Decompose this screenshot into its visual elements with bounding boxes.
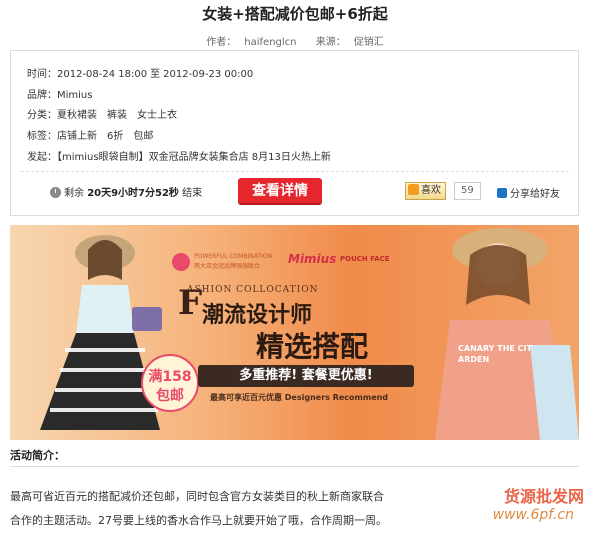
clock-icon <box>50 187 61 198</box>
tagline-bar: 多重推荐! 套餐更优惠! <box>198 365 414 387</box>
article-title: 女装+搭配减价包邮+6折起 <box>202 5 388 23</box>
divider <box>21 171 569 172</box>
source-name[interactable]: 促销汇 <box>354 37 384 48</box>
tags-label: 标签： <box>27 131 57 142</box>
category-row: 分类：夏秋裙装 裤装 女士上衣 <box>27 106 187 121</box>
article-meta: 作者： haifenglcn 来源： 促销汇 <box>0 33 590 48</box>
headline-selection: 精选搭配 <box>256 330 369 363</box>
origin-row: 发起：【mimius眼袋自制】双金冠品牌女装集合店 8月13日火热上新 <box>27 148 331 163</box>
like-button[interactable]: 喜欢 <box>405 182 446 200</box>
tags-row: 标签：店铺上新 6折 包邮 <box>27 127 163 142</box>
brand-pouch-face: POUCH FACE <box>340 255 390 263</box>
countdown: 剩余 20天9小时7分52秒 结束 <box>50 184 202 199</box>
section-title: 活动简介： <box>10 449 65 462</box>
logo-mark-icon <box>172 253 190 271</box>
thumbs-up-icon <box>408 184 419 195</box>
category-link[interactable]: 夏秋裙装 <box>57 110 97 121</box>
section-divider <box>10 466 579 467</box>
fashion-collocation: ASHION COLLOCATION <box>187 285 319 295</box>
logo-subtext: 两大双金冠品牌强强联合 <box>194 263 261 270</box>
big-f-letter: F <box>178 283 203 323</box>
tag-link[interactable]: 包邮 <box>133 131 153 142</box>
watermark-url: www.6pf.cn <box>492 507 574 523</box>
countdown-prefix: 剩余 <box>64 188 84 199</box>
like-widget: 喜欢 59 <box>405 182 481 200</box>
brand-mimius: Mimius <box>288 252 337 266</box>
sub-tagline: 最高可享近百元优惠 Designers Recommend <box>210 393 389 402</box>
view-details-button[interactable]: 查看详情 <box>238 178 322 205</box>
origin-link[interactable]: 【mimius眼袋自制】双金冠品牌女装集合店 8月13日火热上新 <box>57 152 331 163</box>
brand-label: 品牌： <box>27 90 57 101</box>
share-icon <box>497 188 507 198</box>
author-label: 作者： <box>206 37 237 48</box>
category-link[interactable]: 女士上衣 <box>137 110 177 121</box>
time-start: 2012-08-24 18:00 <box>57 69 148 80</box>
time-label: 时间： <box>27 69 57 80</box>
share-label: 分享给好友 <box>510 189 560 200</box>
watermark: 货源批发网 <box>503 487 584 506</box>
intro-line: 最高可省近百元的搭配减价还包邮，同时包含官方女装类目的秋上新商家联合 <box>10 490 384 503</box>
author: 作者： haifenglcn <box>202 37 300 48</box>
like-count: 59 <box>454 182 481 200</box>
promo-banner[interactable]: POWERFUL COMBINATION 两大双金冠品牌强强联合 Mimius … <box>10 225 579 440</box>
brand-link[interactable]: Mimius <box>57 90 92 101</box>
logo-text: POWERFUL COMBINATION <box>194 253 273 260</box>
like-label: 喜欢 <box>421 185 441 196</box>
countdown-suffix: 结束 <box>182 188 203 199</box>
source-label: 来源： <box>315 37 346 48</box>
time-end: 2012-09-23 00:00 <box>163 69 254 80</box>
author-name[interactable]: haifenglcn <box>244 37 296 48</box>
origin-label: 发起： <box>27 152 57 163</box>
category-link[interactable]: 裤装 <box>107 110 127 121</box>
badge-line1: 满158 <box>148 369 192 385</box>
share-button[interactable]: 分享给好友 <box>497 185 560 200</box>
countdown-value: 20天9小时7分52秒 <box>87 188 179 199</box>
time-row: 时间：2012-08-24 18:00 至 2012-09-23 00:00 <box>27 65 253 80</box>
shirt-text: CANARY THE CIT ARDEN <box>458 344 532 364</box>
tag-link[interactable]: 店铺上新 <box>57 131 97 142</box>
time-to: 至 <box>150 69 161 80</box>
category-label: 分类： <box>27 110 57 121</box>
tag-link[interactable]: 6折 <box>107 131 123 142</box>
source: 来源： 促销汇 <box>312 37 388 48</box>
brand-row: 品牌：Mimius <box>27 86 92 101</box>
badge-line2: 包邮 <box>156 388 184 404</box>
